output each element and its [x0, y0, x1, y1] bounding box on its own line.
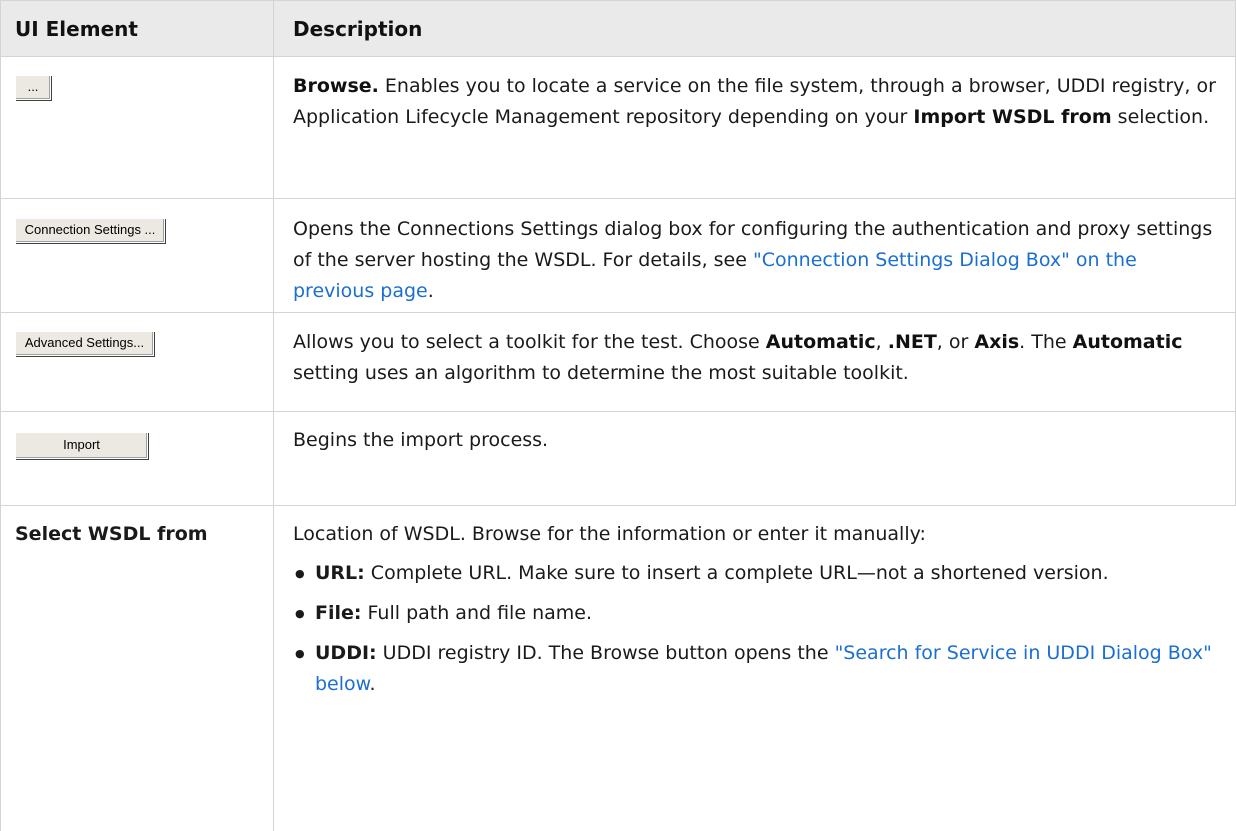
- select-wsdl-description: Location of WSDL. Browse for the informa…: [274, 506, 1236, 831]
- list-item-url: URL: Complete URL. Make sure to insert a…: [295, 558, 1222, 589]
- list-item-uddi: UDDI: UDDI registry ID. The Browse butto…: [295, 638, 1222, 700]
- connection-settings-button[interactable]: Connection Settings ...: [15, 218, 165, 243]
- browse-term: Browse.: [293, 75, 379, 97]
- table-row-import: Import Begins the import process.: [0, 412, 1236, 506]
- table-row-browse: ... Browse. Enables you to locate a serv…: [0, 57, 1236, 199]
- header-ui-element: UI Element: [0, 1, 274, 56]
- ui-elements-table: UI Element Description ... Browse. Enabl…: [0, 0, 1236, 831]
- table-row-select-wsdl-from: Select WSDL from Location of WSDL. Brows…: [0, 506, 1236, 831]
- table-header-row: UI Element Description: [0, 0, 1236, 57]
- browse-description: Browse. Enables you to locate a service …: [274, 57, 1236, 198]
- advanced-settings-button[interactable]: Advanced Settings...: [15, 331, 154, 356]
- header-description: Description: [274, 1, 1236, 56]
- connection-settings-description: Opens the Connections Settings dialog bo…: [274, 199, 1236, 312]
- advanced-settings-description: Allows you to select a toolkit for the t…: [274, 313, 1236, 411]
- browse-button[interactable]: ...: [15, 75, 51, 100]
- wsdl-source-list: URL: Complete URL. Make sure to insert a…: [293, 558, 1222, 700]
- table-row-advanced-settings: Advanced Settings... Allows you to selec…: [0, 313, 1236, 412]
- import-button[interactable]: Import: [15, 432, 148, 459]
- list-item-file: File: Full path and file name.: [295, 598, 1222, 629]
- table-row-connection-settings: Connection Settings ... Opens the Connec…: [0, 199, 1236, 313]
- select-wsdl-from-label: Select WSDL from: [0, 506, 274, 831]
- select-wsdl-intro: Location of WSDL. Browse for the informa…: [293, 523, 926, 545]
- import-description: Begins the import process.: [274, 412, 1236, 505]
